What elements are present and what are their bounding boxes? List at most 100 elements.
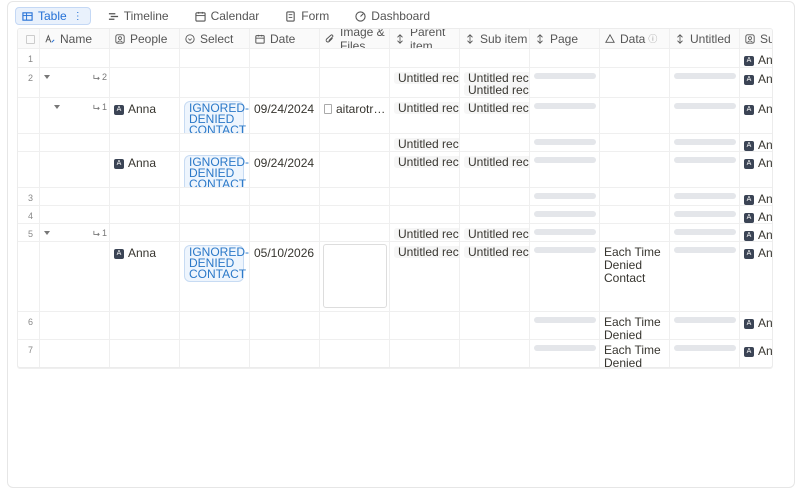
select-cell[interactable]: [180, 206, 250, 224]
submitter-cell[interactable]: A Anna: [740, 312, 772, 340]
untitled-cell[interactable]: [670, 98, 740, 134]
person-chip[interactable]: A Anna: [744, 211, 772, 223]
sub-item-cell[interactable]: [460, 49, 530, 68]
sub-item-cell[interactable]: Untitled recordUntitled record: [460, 68, 530, 98]
page-cell[interactable]: [530, 206, 600, 224]
name-cell[interactable]: [40, 206, 110, 224]
file-attachment[interactable]: aitarotreadin...: [324, 102, 388, 116]
page-cell[interactable]: [530, 312, 600, 340]
data-cell[interactable]: Each Time Denied Contact: [600, 340, 670, 367]
sub-item-cell[interactable]: [460, 312, 530, 340]
untitled-cell[interactable]: [670, 68, 740, 98]
row-number-cell[interactable]: 7: [18, 340, 40, 367]
person-chip[interactable]: A Anna: [744, 345, 772, 357]
data-cell[interactable]: [600, 68, 670, 98]
sub-item-cell[interactable]: [460, 188, 530, 206]
column-header-parent-item[interactable]: Parent item: [390, 29, 460, 49]
people-cell[interactable]: [110, 68, 180, 98]
submitter-cell[interactable]: A Anna: [740, 49, 772, 68]
column-header-data[interactable]: Data ⓘ: [600, 29, 670, 49]
people-cell[interactable]: [110, 188, 180, 206]
people-cell[interactable]: [110, 224, 180, 242]
page-cell[interactable]: [530, 188, 600, 206]
person-chip[interactable]: A Anna: [744, 139, 772, 151]
record-chip[interactable]: Untitled record: [464, 156, 529, 168]
name-cell[interactable]: [40, 152, 110, 188]
sub-item-cell[interactable]: [460, 206, 530, 224]
submitter-cell[interactable]: A Anna: [740, 152, 772, 188]
row-number-cell[interactable]: 5: [18, 224, 40, 242]
select-cell[interactable]: IGNORED-DENIED CONTACT: [180, 242, 250, 312]
files-cell[interactable]: aitarotreadin...: [320, 98, 390, 134]
page-cell[interactable]: [530, 68, 600, 98]
data-cell[interactable]: [600, 98, 670, 134]
date-cell[interactable]: 09/24/2024: [250, 98, 320, 134]
record-chip[interactable]: Untitled record: [394, 138, 459, 150]
people-cell[interactable]: [110, 340, 180, 367]
parent-item-cell[interactable]: Untitled record: [390, 152, 460, 188]
row-number-cell[interactable]: [18, 134, 40, 152]
select-cell[interactable]: [180, 49, 250, 68]
expand-caret-icon[interactable]: [54, 105, 60, 109]
record-chip[interactable]: Untitled record: [394, 246, 459, 258]
date-cell[interactable]: [250, 49, 320, 68]
files-cell[interactable]: [320, 224, 390, 242]
record-chip[interactable]: Untitled record: [464, 84, 529, 96]
name-cell[interactable]: [40, 312, 110, 340]
select-all-cell[interactable]: [18, 29, 40, 49]
date-cell[interactable]: [250, 188, 320, 206]
sub-item-cell[interactable]: [460, 340, 530, 367]
record-chip[interactable]: Untitled record: [394, 228, 459, 240]
column-header-subm[interactable]: Subm: [740, 29, 772, 49]
name-cell[interactable]: [40, 49, 110, 68]
parent-item-cell[interactable]: [390, 206, 460, 224]
select-cell[interactable]: IGNORED-DENIED CONTACT: [180, 98, 250, 134]
name-cell[interactable]: [40, 242, 110, 312]
date-cell[interactable]: [250, 312, 320, 340]
page-cell[interactable]: [530, 224, 600, 242]
record-chip[interactable]: Untitled record: [464, 102, 529, 114]
record-chip[interactable]: Untitled record: [464, 228, 529, 240]
tab-form[interactable]: Form: [278, 7, 338, 25]
untitled-cell[interactable]: [670, 312, 740, 340]
page-cell[interactable]: [530, 49, 600, 68]
files-cell[interactable]: [320, 340, 390, 367]
name-cell[interactable]: 2: [40, 68, 110, 98]
tab-timeline[interactable]: Timeline: [101, 7, 178, 25]
column-header-untitled[interactable]: Untitled: [670, 29, 740, 49]
date-cell[interactable]: [250, 206, 320, 224]
submitter-cell[interactable]: A Anna: [740, 340, 772, 367]
people-cell[interactable]: [110, 206, 180, 224]
name-cell[interactable]: 1: [40, 98, 110, 134]
person-chip[interactable]: A Anna: [114, 157, 156, 169]
status-badge[interactable]: IGNORED-DENIED CONTACT: [184, 155, 249, 187]
person-chip[interactable]: A Anna: [744, 317, 772, 329]
row-number-cell[interactable]: 1: [18, 49, 40, 68]
date-cell[interactable]: [250, 340, 320, 367]
page-cell[interactable]: [530, 98, 600, 134]
status-badge[interactable]: IGNORED-DENIED CONTACT: [184, 101, 249, 133]
row-number-cell[interactable]: [18, 242, 40, 312]
column-header-date[interactable]: Date: [250, 29, 320, 49]
person-chip[interactable]: A Anna: [744, 54, 772, 66]
select-cell[interactable]: [180, 340, 250, 367]
data-cell[interactable]: [600, 152, 670, 188]
expand-caret-icon[interactable]: [44, 231, 50, 235]
select-cell[interactable]: IGNORED-DENIED CONTACT: [180, 152, 250, 188]
select-cell[interactable]: [180, 68, 250, 98]
date-cell[interactable]: [250, 224, 320, 242]
people-cell[interactable]: [110, 312, 180, 340]
select-cell[interactable]: [180, 134, 250, 152]
files-cell[interactable]: [320, 134, 390, 152]
submitter-cell[interactable]: A Anna: [740, 134, 772, 152]
data-cell[interactable]: Each Time Denied Contact: [600, 312, 670, 340]
files-cell[interactable]: [320, 242, 390, 312]
parent-item-cell[interactable]: [390, 312, 460, 340]
parent-item-cell[interactable]: Untitled record: [390, 68, 460, 98]
files-cell[interactable]: [320, 312, 390, 340]
column-header-people[interactable]: People: [110, 29, 180, 49]
name-cell[interactable]: 1: [40, 224, 110, 242]
people-cell[interactable]: A Anna: [110, 98, 180, 134]
sub-item-count[interactable]: 2: [93, 72, 107, 82]
column-header-select[interactable]: Select: [180, 29, 250, 49]
